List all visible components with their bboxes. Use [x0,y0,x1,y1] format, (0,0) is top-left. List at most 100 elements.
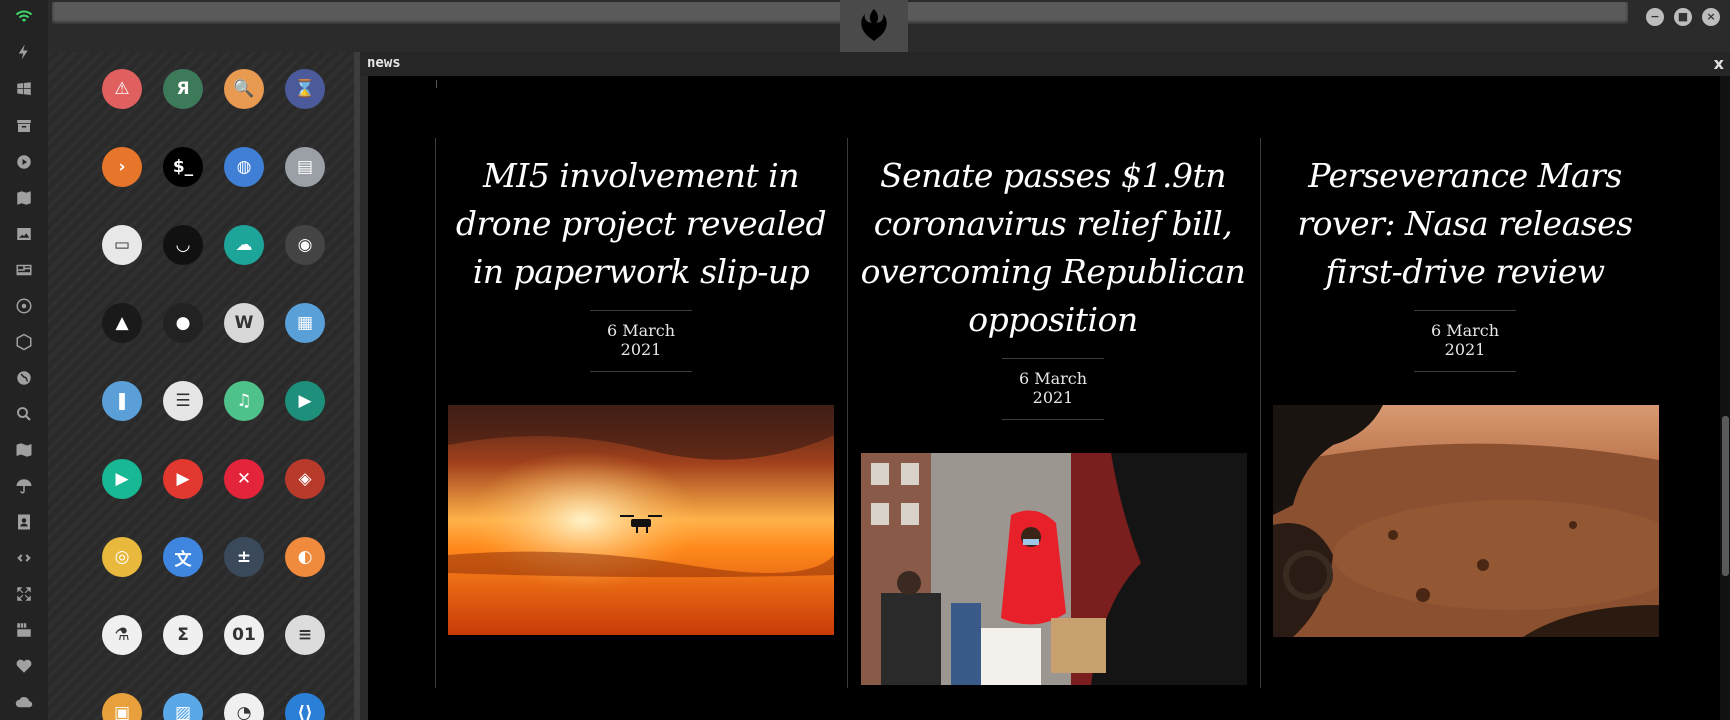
warning-icon: ⚠ [114,79,130,99]
globe-icon[interactable] [12,366,36,390]
mars-surface-photo[interactable] [1273,405,1659,637]
mask-icon: ◡ [176,235,190,255]
terminal-app[interactable]: $_ [163,147,203,187]
archive-icon[interactable] [12,114,36,138]
drone-sunset-photo[interactable] [448,405,834,635]
umbrella-icon[interactable] [12,474,36,498]
c3po-app[interactable]: ◎ [102,537,142,577]
scrollbar-thumb[interactable] [1722,416,1729,576]
newspaper-icon[interactable] [12,258,36,282]
text-editor-icon: ≡ [297,625,313,645]
translate-app[interactable]: 文 [163,537,203,577]
ironman-app[interactable]: ◈ [285,459,325,499]
death-star-icon: ● [175,313,191,333]
binary-app[interactable]: 01 [224,615,264,655]
video-icon: ▶ [298,391,312,411]
cloud-icon[interactable] [12,690,36,714]
column-divider [847,138,848,688]
map-icon[interactable] [12,438,36,462]
notebook-app[interactable]: ☰ [163,381,203,421]
prompt-icon: › [118,157,126,177]
window-app[interactable]: ▭ [102,225,142,265]
sigma-icon: Σ [177,625,189,645]
news-close-button[interactable]: x [1714,54,1724,73]
browser-globe-icon: ◍ [236,157,252,177]
window-icon: ▭ [113,235,131,255]
binary-icon: 01 [232,625,256,645]
translate-icon: 文 [174,549,192,570]
article-headline[interactable]: MI5 involvement in drone project reveale… [448,152,834,296]
content-left-edge [360,76,368,720]
maximize-button[interactable]: ■ [1674,8,1692,26]
youtube-icon[interactable] [12,618,36,642]
starfleet-app[interactable]: ▲ [102,303,142,343]
player-app[interactable]: ▶ [102,459,142,499]
close-button[interactable]: × [1702,8,1720,26]
article-card[interactable]: Senate passes $1.9tn coronavirus relief … [860,152,1246,420]
yandex-app[interactable]: Я [163,69,203,109]
rebel-logo-tab[interactable] [840,0,908,52]
bolt-icon[interactable] [12,40,36,64]
death-star-app[interactable]: ● [163,303,203,343]
photo-editor-app[interactable]: ◐ [285,537,325,577]
sigma-app[interactable]: Σ [163,615,203,655]
chemistry-app[interactable]: ⚗ [102,615,142,655]
vscode-app[interactable]: ⟨⟩ [285,693,325,720]
notebook-icon: ☰ [175,391,191,411]
presentation-app[interactable]: ◔ [224,693,264,720]
document-app[interactable]: ▣ [102,693,142,720]
music-icon: ♫ [236,391,252,411]
close-app[interactable]: ✕ [224,459,264,499]
warning-app[interactable]: ⚠ [102,69,142,109]
link-icon[interactable] [12,546,36,570]
title-bar: − ■ × [48,0,1730,52]
news-window: news x MI5 involvement in drone project … [360,52,1730,720]
cloud-lock-app[interactable]: ☁ [224,225,264,265]
heart-icon[interactable] [12,654,36,678]
search-icon: 🔍 [233,79,255,99]
article-card[interactable]: Perseverance Mars rover: Nasa releases f… [1272,152,1658,372]
minimize-button[interactable]: − [1646,8,1664,26]
rebel-alliance-icon [861,9,887,41]
drive-app[interactable]: ▤ [285,147,325,187]
search-icon[interactable] [12,402,36,426]
prompt-app[interactable]: › [102,147,142,187]
contacts-icon[interactable] [12,510,36,534]
article-card[interactable]: MI5 involvement in drone project reveale… [448,152,834,372]
music-app[interactable]: ♫ [224,381,264,421]
expand-icon[interactable] [12,582,36,606]
wikipedia-app[interactable]: W [224,303,264,343]
top-marker [436,80,437,88]
wifi-icon[interactable] [12,4,36,28]
hex-icon[interactable] [12,330,36,354]
cloud-lock-icon: ☁ [235,235,253,255]
drive-icon: ▤ [296,157,314,177]
youtube-app[interactable]: ▶ [163,459,203,499]
relief-food-photo[interactable] [861,453,1247,685]
article-headline[interactable]: Senate passes $1.9tn coronavirus relief … [860,152,1246,344]
news-scrollbar[interactable] [1720,76,1730,720]
news-header: news x [360,52,1730,76]
map-book-icon[interactable] [12,186,36,210]
image-viewer-app[interactable]: ▨ [163,693,203,720]
search-app[interactable]: 🔍 [224,69,264,109]
system-rail [0,0,48,720]
image-icon[interactable] [12,222,36,246]
empire-icon[interactable] [12,294,36,318]
youtube-icon: ▶ [176,469,190,489]
column-divider [435,138,436,688]
calculator-app[interactable]: ± [224,537,264,577]
article-headline[interactable]: Perseverance Mars rover: Nasa releases f… [1272,152,1658,296]
column-divider [1260,138,1261,688]
books-app[interactable]: ❚ [102,381,142,421]
image-viewer-icon: ▨ [174,703,192,720]
world-map-app[interactable]: ▦ [285,303,325,343]
windows-icon[interactable] [12,77,36,101]
browser-globe-app[interactable]: ◍ [224,147,264,187]
video-app[interactable]: ▶ [285,381,325,421]
hourglass-app[interactable]: ⌛ [285,69,325,109]
play-icon[interactable] [12,150,36,174]
mask-app[interactable]: ◡ [163,225,203,265]
text-editor-app[interactable]: ≡ [285,615,325,655]
github-app[interactable]: ◉ [285,225,325,265]
